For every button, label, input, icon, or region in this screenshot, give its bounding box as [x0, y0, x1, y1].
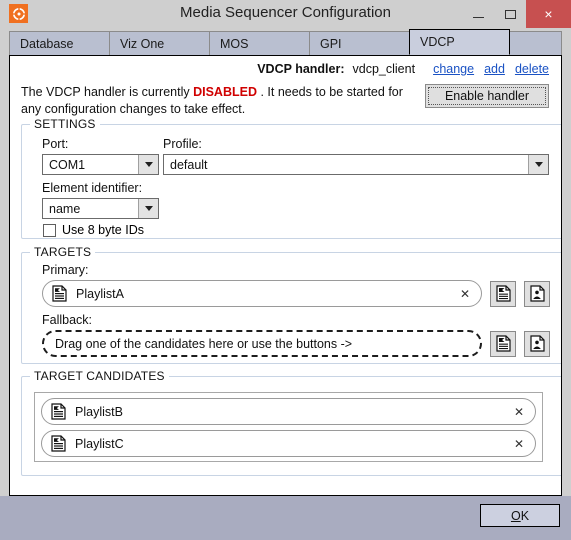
application-window: Media Sequencer Configuration × Database… [0, 0, 571, 540]
port-select[interactable]: COM1 [42, 154, 159, 175]
tab-vdcp[interactable]: VDCP [409, 29, 510, 55]
tab-label: VDCP [420, 35, 455, 49]
settings-group: SETTINGS Port: COM1 Profile: default Ele… [21, 117, 561, 239]
ok-button[interactable]: OK [480, 504, 560, 527]
window-controls: × [462, 0, 571, 28]
primary-target-pill[interactable]: PlaylistA ✕ [42, 280, 482, 307]
target-candidates-group: TARGET CANDIDATES PlaylistB ✕ PlaylistC … [21, 369, 561, 476]
fallback-target-label: Fallback: [42, 313, 93, 327]
profile-select[interactable]: default [163, 154, 549, 175]
element-identifier-value: name [49, 201, 81, 216]
close-icon: × [544, 6, 553, 22]
primary-target-row: PlaylistA ✕ [42, 280, 554, 307]
document-icon [52, 285, 67, 302]
use-8-byte-ids-checkbox[interactable] [43, 223, 56, 237]
title-bar: Media Sequencer Configuration × [0, 0, 571, 28]
target-candidates-list[interactable]: PlaylistB ✕ PlaylistC ✕ [34, 392, 543, 462]
delete-handler-link[interactable]: delete [515, 62, 549, 76]
tab-label: GPI [320, 36, 342, 51]
change-handler-link[interactable]: change [433, 62, 474, 76]
tab-mos[interactable]: MOS [209, 31, 310, 55]
settings-legend: SETTINGS [30, 117, 100, 131]
candidate-label: PlaylistC [75, 436, 124, 451]
tab-gpi[interactable]: GPI [309, 31, 410, 55]
primary-target-value: PlaylistA [76, 286, 124, 301]
enable-handler-label: Enable handler [444, 89, 530, 103]
minimize-icon [472, 16, 484, 18]
element-identifier-label: Element identifier: [42, 181, 143, 195]
tab-label: Database [20, 36, 74, 51]
port-value: COM1 [49, 157, 86, 172]
ok-label-rest: K [520, 508, 530, 523]
chevron-down-icon [138, 199, 158, 218]
status-state-badge: DISABLED [193, 85, 257, 99]
tab-label: Viz One [120, 36, 165, 51]
use-8-byte-ids-checkbox-row[interactable]: Use 8 byte IDs [43, 223, 144, 237]
chevron-down-icon [138, 155, 158, 174]
tab-strip-filler [509, 31, 562, 55]
fallback-target-dropzone[interactable]: Drag one of the candidates here or use t… [42, 330, 482, 357]
use-8-byte-ids-label: Use 8 byte IDs [62, 223, 144, 237]
select-primary-group-button[interactable] [524, 280, 550, 307]
vdcp-settings-panel: VDCP handler: vdcp_client change add del… [9, 55, 562, 496]
document-icon [51, 435, 66, 452]
targets-group: TARGETS Primary: PlaylistA ✕ Fallback: D… [21, 245, 561, 364]
minimize-button[interactable] [462, 0, 494, 28]
document-icon [51, 403, 66, 420]
profile-label: Profile: [163, 137, 202, 151]
tab-label: MOS [220, 36, 249, 51]
ok-mnemonic: O [510, 508, 521, 523]
handler-label: VDCP handler: [257, 62, 345, 76]
status-prefix: The VDCP handler is currently [21, 85, 194, 99]
add-handler-link[interactable]: add [484, 62, 505, 76]
tab-strip: Database Viz One MOS GPI VDCP [9, 28, 562, 55]
fallback-target-placeholder: Drag one of the candidates here or use t… [55, 336, 353, 351]
tab-viz-one[interactable]: Viz One [109, 31, 210, 55]
targets-legend: TARGETS [30, 245, 96, 259]
target-candidates-legend: TARGET CANDIDATES [30, 369, 169, 383]
maximize-icon [504, 9, 516, 19]
candidate-item-playlistb[interactable]: PlaylistB ✕ [41, 398, 536, 425]
profile-value: default [170, 157, 208, 172]
remove-primary-target-icon[interactable]: ✕ [457, 286, 473, 302]
select-fallback-playlist-button[interactable] [490, 330, 516, 357]
element-identifier-select[interactable]: name [42, 198, 159, 219]
status-row: The VDCP handler is currently DISABLED .… [21, 84, 549, 118]
remove-candidate-icon[interactable]: ✕ [511, 404, 527, 420]
handler-status-message: The VDCP handler is currently DISABLED .… [21, 84, 411, 118]
chevron-down-icon [528, 155, 548, 174]
enable-handler-button[interactable]: Enable handler [425, 84, 549, 108]
primary-target-label: Primary: [42, 263, 89, 277]
select-fallback-group-button[interactable] [524, 330, 550, 357]
tab-database[interactable]: Database [9, 31, 110, 55]
port-label: Port: [42, 137, 69, 151]
close-button[interactable]: × [526, 0, 571, 28]
candidate-item-playlistc[interactable]: PlaylistC ✕ [41, 430, 536, 457]
fallback-target-row: Drag one of the candidates here or use t… [42, 330, 554, 357]
handler-row: VDCP handler: vdcp_client change add del… [257, 62, 549, 76]
handler-name: vdcp_client [352, 62, 416, 76]
remove-candidate-icon[interactable]: ✕ [511, 436, 527, 452]
handler-links: change add delete [433, 62, 549, 76]
maximize-button[interactable] [494, 0, 526, 28]
candidate-label: PlaylistB [75, 404, 123, 419]
dialog-footer: OK [0, 496, 571, 540]
select-primary-playlist-button[interactable] [490, 280, 516, 307]
